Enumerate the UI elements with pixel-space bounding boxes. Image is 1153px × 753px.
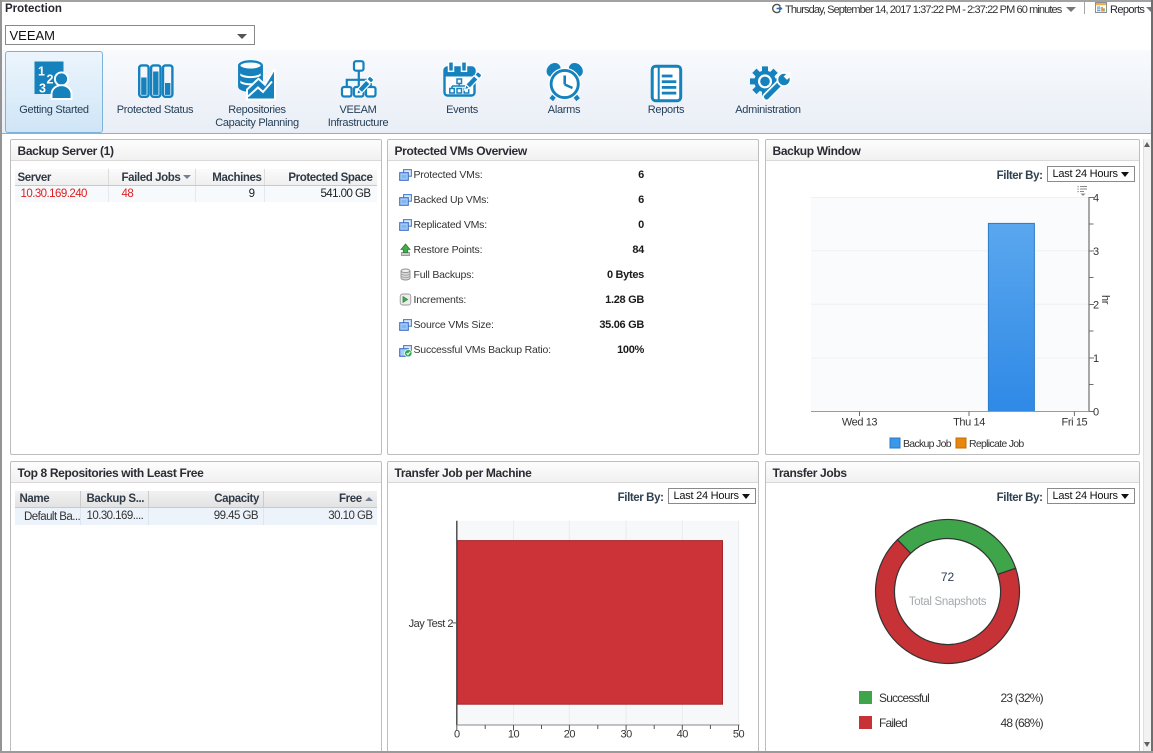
svg-text:23 (32%): 23 (32%) bbox=[1001, 691, 1044, 705]
svg-text:hr: hr bbox=[1099, 295, 1111, 305]
svg-text:Replicate Job: Replicate Job bbox=[969, 438, 1024, 450]
svg-text:Total Snapshots: Total Snapshots bbox=[909, 596, 987, 608]
svg-text:Fri 15: Fri 15 bbox=[1062, 417, 1088, 429]
svg-text:2: 2 bbox=[47, 73, 54, 87]
svg-text:1: 1 bbox=[1093, 353, 1099, 365]
svg-text:48 (68%): 48 (68%) bbox=[1001, 716, 1044, 730]
svg-text:3: 3 bbox=[39, 82, 46, 96]
svg-text:10: 10 bbox=[508, 729, 520, 741]
svg-text:Failed: Failed bbox=[879, 716, 907, 730]
svg-text:Backup Job: Backup Job bbox=[903, 438, 952, 450]
svg-text:2: 2 bbox=[1093, 300, 1099, 312]
svg-text:20: 20 bbox=[564, 729, 576, 741]
svg-text:0: 0 bbox=[454, 729, 460, 741]
svg-text:3: 3 bbox=[1093, 246, 1099, 258]
svg-text:1: 1 bbox=[38, 65, 45, 79]
svg-text:4: 4 bbox=[1093, 193, 1099, 205]
svg-text:72: 72 bbox=[941, 570, 955, 584]
svg-text:30: 30 bbox=[620, 729, 632, 741]
svg-text:0: 0 bbox=[1093, 407, 1099, 419]
svg-text:Wed 13: Wed 13 bbox=[842, 417, 878, 429]
svg-text:Thu 14: Thu 14 bbox=[953, 417, 985, 429]
svg-text:Successful: Successful bbox=[879, 691, 929, 705]
svg-text:40: 40 bbox=[677, 729, 689, 741]
svg-text:Jay Test 2: Jay Test 2 bbox=[409, 618, 454, 630]
svg-text:50: 50 bbox=[733, 729, 745, 741]
